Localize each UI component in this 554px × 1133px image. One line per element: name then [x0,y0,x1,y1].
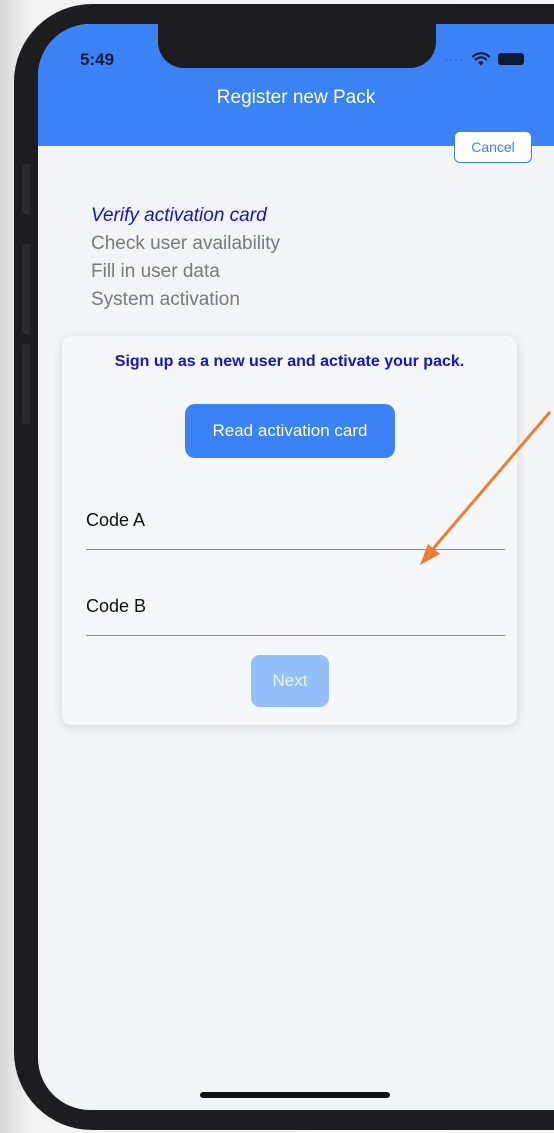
code-b-field[interactable]: Code B [86,584,505,636]
card-heading: Sign up as a new user and activate your … [114,353,465,370]
code-b-label: Code B [86,596,147,616]
step-list: Verify activation card Check user availa… [91,202,280,314]
step-verify-activation-card: Verify activation card [91,205,267,226]
cellular-dots-icon: ···· [444,52,464,66]
cancel-button[interactable]: Cancel [454,131,532,163]
step-fill-in-user-data: Fill in user data [91,261,220,282]
app-screen: 5:49 ···· Register new Pack Cancel Verif… [38,24,554,1110]
read-activation-card-button[interactable]: Read activation card [185,404,395,458]
next-button[interactable]: Next [251,655,329,707]
device-notch [158,24,436,68]
step-check-user-availability: Check user availability [91,233,281,254]
status-icons: ···· [444,52,524,66]
code-a-label: Code A [86,510,146,530]
code-a-field[interactable]: Code A [86,498,505,550]
wifi-icon [472,52,490,66]
mute-switch [22,164,30,214]
step-system-activation: System activation [91,289,240,310]
volume-down-button [22,344,30,424]
home-indicator [200,1092,390,1098]
navigation-header: 5:49 ···· Register new Pack [38,24,554,146]
activation-card: Sign up as a new user and activate your … [62,336,517,725]
volume-up-button [22,244,30,334]
battery-icon [498,53,524,65]
status-time: 5:49 [80,50,115,69]
page-title: Register new Pack [216,87,376,108]
